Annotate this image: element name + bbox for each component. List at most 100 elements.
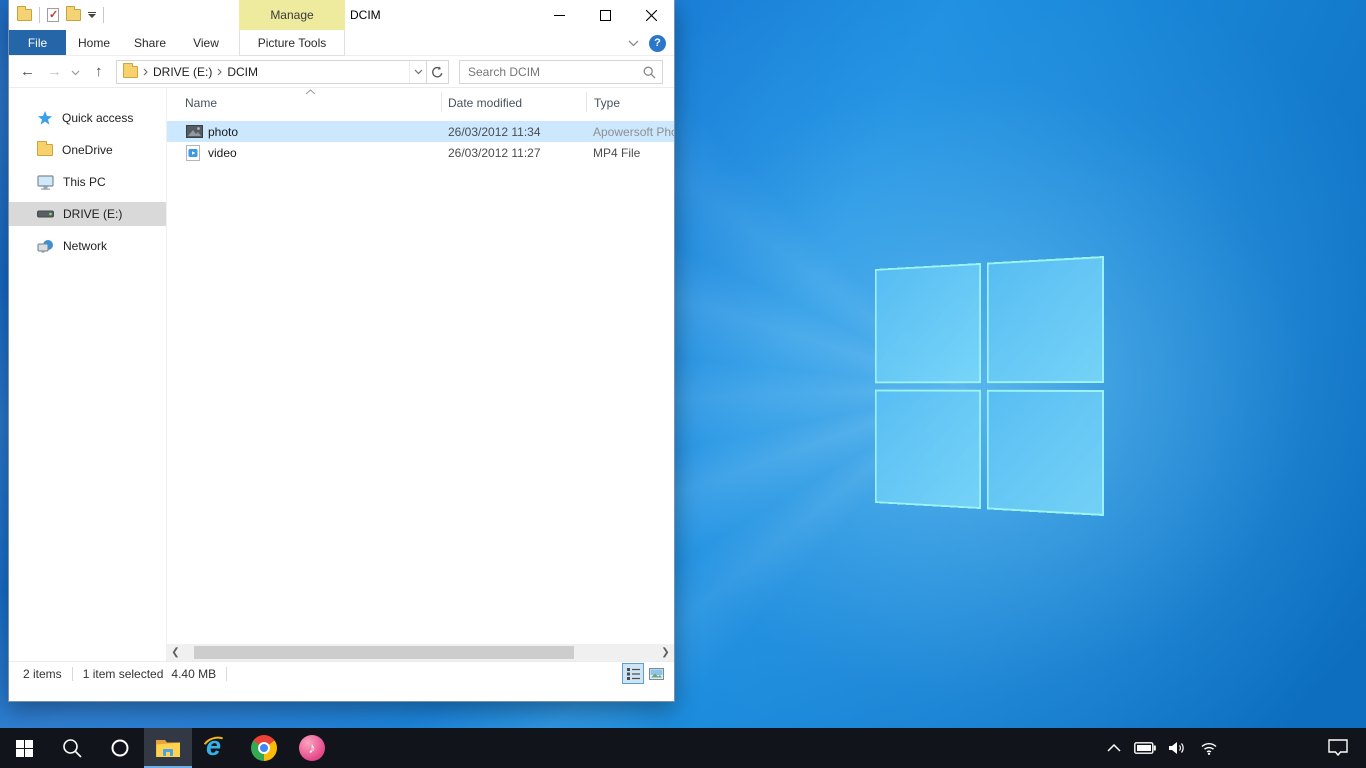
status-separator-2 <box>226 667 227 681</box>
forward-button[interactable]: → <box>47 64 62 79</box>
taskbar-search-icon <box>62 738 82 758</box>
qat-separator <box>39 7 40 23</box>
breadcrumb-chevron-icon[interactable] <box>143 68 148 76</box>
items-count: 2 items <box>23 667 62 681</box>
column-separator-2[interactable] <box>586 92 587 112</box>
itunes-icon: ♪ <box>299 735 325 761</box>
expand-ribbon-icon[interactable] <box>628 40 639 47</box>
status-separator <box>72 667 73 681</box>
sidebar-item-drive-e[interactable]: DRIVE (E:) <box>9 202 166 226</box>
navigation-pane: Quick access OneDrive This PC DRIV <box>9 88 167 661</box>
this-pc-monitor-icon <box>37 175 54 190</box>
details-view-button[interactable] <box>623 664 643 683</box>
ribbon-right-controls: ? <box>628 30 666 56</box>
quick-access-star-icon <box>37 110 53 126</box>
scroll-left-icon[interactable]: ❮ <box>167 644 184 661</box>
file-row-photo[interactable]: photo 26/03/2012 11:34 Apowersoft Pho <box>167 121 674 142</box>
address-bar[interactable]: DRIVE (E:) DCIM <box>116 60 449 84</box>
address-dropdown-icon[interactable] <box>409 61 426 83</box>
qat-properties-icon[interactable] <box>47 8 59 22</box>
tab-home[interactable]: Home <box>66 30 122 55</box>
video-file-icon <box>186 145 203 161</box>
column-header-name[interactable]: Name <box>185 96 217 110</box>
wifi-icon[interactable] <box>1200 741 1218 755</box>
column-separator[interactable] <box>441 92 442 112</box>
battery-icon[interactable] <box>1134 742 1156 754</box>
taskbar: e ♪ <box>0 728 1366 768</box>
qat-separator-2 <box>103 7 104 23</box>
maximize-button[interactable] <box>582 0 628 30</box>
tab-view[interactable]: View <box>178 30 234 55</box>
file-list-pane: Name Date modified Type photo 26/03/2012… <box>167 88 674 661</box>
chrome-button[interactable] <box>240 728 288 768</box>
logo-pane-bottom-right <box>987 389 1104 516</box>
tray-chevron-up-icon[interactable] <box>1107 744 1121 752</box>
breadcrumb-drive[interactable]: DRIVE (E:) <box>153 65 212 79</box>
windows-logo-wallpaper <box>875 256 1104 516</box>
thumbnail-view-button[interactable] <box>646 664 666 683</box>
search-input[interactable] <box>460 65 643 79</box>
column-header-type[interactable]: Type <box>594 96 620 110</box>
up-button[interactable]: ↑ <box>95 64 103 79</box>
sidebar-item-this-pc[interactable]: This PC <box>9 170 166 194</box>
volume-icon[interactable] <box>1169 741 1187 755</box>
refresh-button[interactable] <box>426 61 448 83</box>
sidebar-label: Network <box>63 239 107 253</box>
details-view-icon <box>627 668 640 680</box>
breadcrumb-chevron-icon-2[interactable] <box>217 68 222 76</box>
minimize-button[interactable] <box>536 0 582 30</box>
help-icon[interactable]: ? <box>649 35 666 52</box>
quick-access-toolbar <box>17 0 104 30</box>
manage-contextual-group[interactable]: Manage <box>239 0 345 30</box>
sidebar-item-quick-access[interactable]: Quick access <box>9 106 166 130</box>
scrollbar-thumb[interactable] <box>194 646 574 659</box>
column-header-date[interactable]: Date modified <box>448 96 522 110</box>
file-name: video <box>208 146 237 160</box>
sidebar-item-network[interactable]: Network <box>9 234 166 258</box>
system-tray <box>1107 728 1218 768</box>
network-icon <box>37 239 54 254</box>
taskbar-search-button[interactable] <box>48 728 96 768</box>
file-row-video[interactable]: video 26/03/2012 11:27 MP4 File <box>167 142 674 163</box>
tab-picture-tools[interactable]: Picture Tools <box>239 30 345 56</box>
scrollbar-track[interactable] <box>184 644 657 661</box>
minimize-icon <box>554 10 565 21</box>
status-bar: 2 items 1 item selected 4.40 MB <box>9 661 674 685</box>
file-explorer-icon <box>155 737 181 759</box>
sidebar-label: DRIVE (E:) <box>63 207 122 221</box>
back-button[interactable]: ← <box>20 64 35 79</box>
close-button[interactable] <box>628 0 674 30</box>
search-icon[interactable] <box>643 66 656 79</box>
horizontal-scrollbar[interactable]: ❮ ❯ <box>167 644 674 661</box>
photo-file-icon <box>186 124 203 140</box>
itunes-button[interactable]: ♪ <box>288 728 336 768</box>
breadcrumb: DRIVE (E:) DCIM <box>117 61 409 83</box>
file-date: 26/03/2012 11:27 <box>448 146 541 160</box>
qat-customize-dropdown-icon[interactable] <box>88 12 96 19</box>
breadcrumb-folder[interactable]: DCIM <box>227 65 258 79</box>
qat-folder-icon[interactable] <box>17 9 32 21</box>
ribbon-tab-row: File Home Share View Picture Tools ? <box>9 30 674 56</box>
file-date: 26/03/2012 11:34 <box>448 125 541 139</box>
start-button[interactable] <box>0 728 48 768</box>
sidebar-label: OneDrive <box>62 143 113 157</box>
window-content: Quick access OneDrive This PC DRIV <box>9 88 674 661</box>
internet-explorer-button[interactable]: e <box>192 728 240 768</box>
drive-icon <box>37 210 54 218</box>
taskbar-file-explorer-button[interactable] <box>144 728 192 768</box>
internet-explorer-icon: e <box>202 734 230 762</box>
cortana-button[interactable] <box>96 728 144 768</box>
recent-locations-dropdown-icon[interactable] <box>71 70 80 76</box>
search-box[interactable] <box>459 60 663 84</box>
cortana-icon <box>110 738 130 758</box>
scroll-right-icon[interactable]: ❯ <box>657 644 674 661</box>
action-center-button[interactable] <box>1328 728 1348 768</box>
windows-start-icon <box>16 740 33 757</box>
logo-pane-top-right <box>987 256 1104 383</box>
sidebar-item-onedrive[interactable]: OneDrive <box>9 138 166 162</box>
tab-share[interactable]: Share <box>122 30 178 55</box>
tab-file[interactable]: File <box>9 30 66 55</box>
title-bar: Manage DCIM <box>9 0 674 30</box>
qat-new-folder-icon[interactable] <box>66 9 81 21</box>
selection-size: 4.40 MB <box>171 667 216 681</box>
